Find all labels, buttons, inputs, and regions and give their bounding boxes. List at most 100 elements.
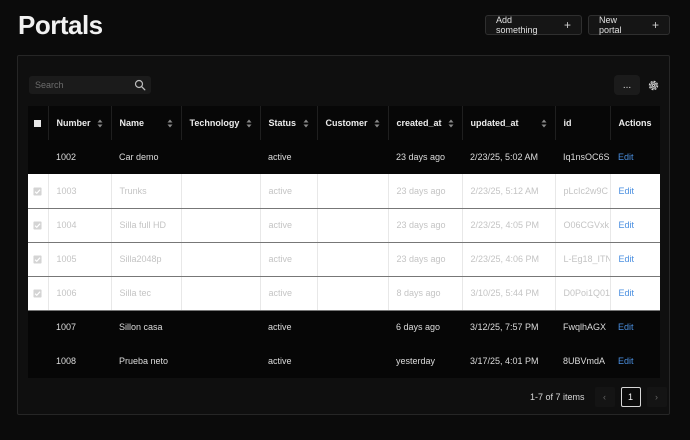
column-header-technology[interactable]: Technology <box>181 106 261 140</box>
cell-customer <box>317 344 388 378</box>
cell-actions: Edit <box>610 310 660 344</box>
table-header-row: Number Name Technology Status Customer c… <box>28 106 660 140</box>
table-row[interactable]: 1005 Silla2048p active 23 days ago 2/23/25, … <box>28 242 660 277</box>
checkbox-icon <box>34 120 42 128</box>
checkbox-icon <box>33 187 42 196</box>
next-page-button[interactable]: › <box>646 387 667 407</box>
cell-updated-at: 3/17/25, 4:01 PM <box>462 344 555 378</box>
portals-table: Number Name Technology Status Customer c… <box>28 106 660 378</box>
cell-status: active <box>260 344 317 378</box>
cell-created-at: 23 days ago <box>388 242 463 277</box>
sort-icon[interactable] <box>97 119 103 128</box>
table-row[interactable]: 1008 Prueba neto active yesterday 3/17/25, 4… <box>28 344 660 378</box>
pagination-info: 1-7 of 7 items <box>530 392 585 402</box>
sort-icon[interactable] <box>448 119 454 128</box>
gear-icon[interactable] <box>647 79 660 92</box>
cell-name: Sillon casa <box>111 310 181 344</box>
edit-link[interactable]: Edit <box>619 220 635 230</box>
sort-icon[interactable] <box>374 119 380 128</box>
row-checkbox[interactable] <box>28 140 48 174</box>
cell-technology <box>181 310 260 344</box>
sort-icon[interactable] <box>246 119 252 128</box>
cell-number: 1004 <box>48 208 112 243</box>
table-row[interactable]: 1007 Sillon casa active 6 days ago 3/12/25, … <box>28 310 660 344</box>
new-portal-button[interactable]: New portal + <box>588 15 670 35</box>
column-header-status[interactable]: Status <box>260 106 318 140</box>
search-icon[interactable] <box>134 79 146 91</box>
edit-link[interactable]: Edit <box>619 288 635 298</box>
cell-status: active <box>260 140 317 174</box>
cell-technology <box>181 174 261 209</box>
cell-technology <box>181 276 261 311</box>
cell-technology <box>181 140 260 174</box>
row-checkbox[interactable] <box>28 174 49 209</box>
row-checkbox[interactable] <box>28 344 48 378</box>
cell-created-at: 23 days ago <box>388 208 463 243</box>
row-checkbox[interactable] <box>28 208 49 243</box>
cell-id: D0Poi1Q01 <box>555 276 611 311</box>
cell-customer <box>317 140 388 174</box>
cell-name: Prueba neto <box>111 344 181 378</box>
select-all-checkbox[interactable] <box>28 106 49 140</box>
new-portal-label: New portal <box>599 15 622 35</box>
cell-customer <box>317 276 389 311</box>
cell-actions: Edit <box>610 344 660 378</box>
cell-customer <box>317 310 388 344</box>
row-checkbox[interactable] <box>28 276 49 311</box>
sort-icon[interactable] <box>167 119 173 128</box>
table-row[interactable]: 1003 Trunks active 23 days ago 2/23/25, 5:12… <box>28 174 660 209</box>
more-options-button[interactable]: ... <box>614 75 640 95</box>
cell-id: Iq1nsOC6S <box>555 140 610 174</box>
checkbox-icon <box>33 221 42 230</box>
cell-updated-at: 3/10/25, 5:44 PM <box>462 276 556 311</box>
cell-status: active <box>260 276 318 311</box>
search-box <box>29 76 151 94</box>
table-row[interactable]: 1002 Car demo active 23 days ago 2/23/25, 5:… <box>28 140 660 174</box>
cell-actions: Edit <box>610 174 660 209</box>
row-checkbox[interactable] <box>28 310 48 344</box>
column-header-name[interactable]: Name <box>111 106 182 140</box>
cell-id: FwqlhAGX <box>555 310 610 344</box>
cell-number: 1008 <box>48 344 111 378</box>
column-header-created-at[interactable]: created_at <box>388 106 463 140</box>
cell-updated-at: 2/23/25, 5:12 AM <box>462 174 556 209</box>
edit-link[interactable]: Edit <box>618 322 634 332</box>
cell-id: 8UBVmdA <box>555 344 610 378</box>
column-header-updated-at[interactable]: updated_at <box>462 106 556 140</box>
portals-panel: ... Number Name Technology Status Custom… <box>17 55 670 415</box>
cell-status: active <box>260 208 318 243</box>
table-row[interactable]: 1004 Silla full HD active 23 days ago 2/23/2… <box>28 208 660 243</box>
cell-technology <box>181 242 261 277</box>
cell-created-at: yesterday <box>388 344 462 378</box>
column-header-id[interactable]: id <box>555 106 611 140</box>
cell-customer <box>317 242 389 277</box>
cell-number: 1002 <box>48 140 111 174</box>
cell-customer <box>317 208 389 243</box>
table-row[interactable]: 1006 Silla tec active 8 days ago 3/10/25, 5:… <box>28 276 660 311</box>
cell-created-at: 23 days ago <box>388 174 463 209</box>
cell-name: Car demo <box>111 140 181 174</box>
cell-id: L-Eg18_ITN <box>555 242 611 277</box>
row-checkbox[interactable] <box>28 242 49 277</box>
prev-page-button[interactable]: ‹ <box>594 387 615 407</box>
cell-number: 1006 <box>48 276 112 311</box>
add-something-button[interactable]: Add something + <box>485 15 582 35</box>
cell-created-at: 23 days ago <box>388 140 462 174</box>
cell-actions: Edit <box>610 208 660 243</box>
search-input[interactable] <box>29 76 129 94</box>
edit-link[interactable]: Edit <box>618 356 634 366</box>
cell-actions: Edit <box>610 140 660 174</box>
checkbox-icon <box>33 255 42 264</box>
edit-link[interactable]: Edit <box>619 186 635 196</box>
page-title: Portals <box>18 10 103 40</box>
sort-icon[interactable] <box>541 119 547 128</box>
page-1-button[interactable]: 1 <box>620 387 641 407</box>
cell-name: Silla2048p <box>111 242 182 277</box>
column-header-customer[interactable]: Customer <box>317 106 389 140</box>
edit-link[interactable]: Edit <box>619 254 635 264</box>
edit-link[interactable]: Edit <box>618 152 634 162</box>
add-something-label: Add something <box>496 15 538 35</box>
cell-updated-at: 3/12/25, 7:57 PM <box>462 310 555 344</box>
sort-icon[interactable] <box>303 119 309 128</box>
column-header-number[interactable]: Number <box>48 106 112 140</box>
